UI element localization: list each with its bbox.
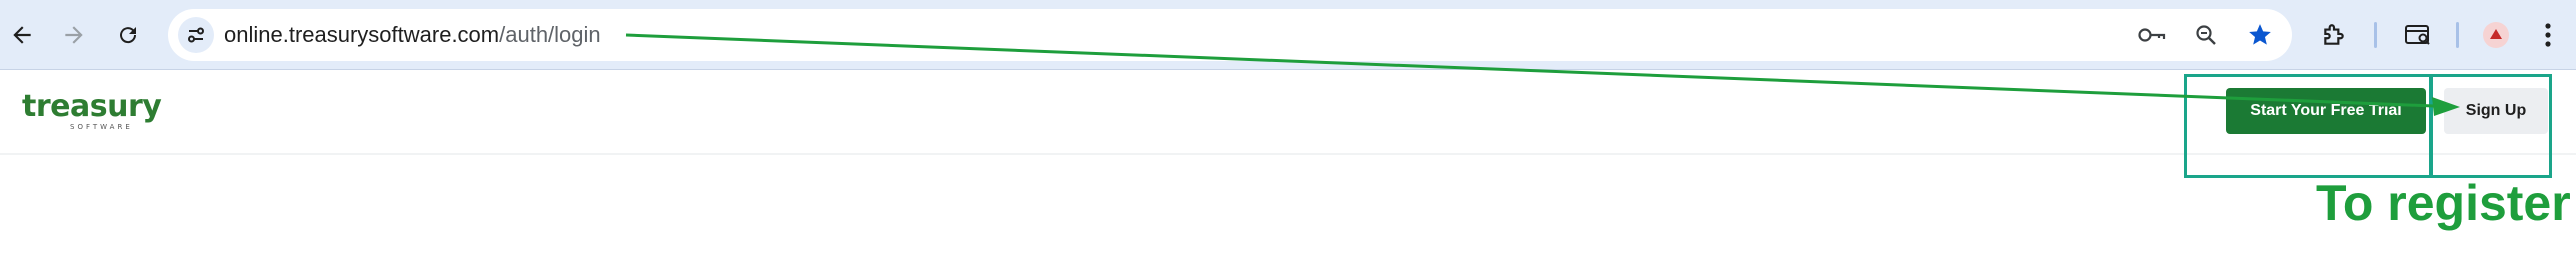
site-info-button[interactable]	[178, 17, 214, 53]
browser-toolbar: online.treasurysoftware.com/auth/login	[0, 0, 2576, 70]
tab-search-button[interactable]	[2400, 17, 2436, 53]
url-text[interactable]: online.treasurysoftware.com/auth/login	[224, 22, 601, 48]
profile-button[interactable]	[2478, 17, 2514, 53]
star-icon	[2249, 24, 2271, 45]
reload-button[interactable]	[110, 17, 146, 53]
back-button[interactable]	[4, 17, 40, 53]
zoom-button[interactable]	[2190, 19, 2222, 51]
menu-button[interactable]	[2530, 17, 2566, 53]
extensions-button[interactable]	[2316, 17, 2352, 53]
treasury-logo[interactable]: treasury SOFTWARE	[22, 89, 162, 135]
logo-subtext: SOFTWARE	[70, 123, 133, 131]
tab-search-icon	[2405, 25, 2430, 45]
bookmark-button[interactable]	[2244, 19, 2276, 51]
zoom-out-icon	[2196, 25, 2216, 45]
site-info-icon	[188, 27, 204, 43]
key-icon	[2138, 28, 2166, 42]
url-path: /auth/login	[499, 22, 601, 47]
url-host: online.treasurysoftware.com	[224, 22, 500, 47]
toolbar-separator	[2374, 22, 2377, 48]
highlight-box-signup	[2430, 74, 2552, 178]
arrow-right-icon	[65, 26, 83, 44]
annotation-label: To register	[2316, 175, 2571, 231]
kebab-menu-icon	[2545, 23, 2551, 47]
reload-icon	[120, 27, 137, 44]
address-bar[interactable]: online.treasurysoftware.com/auth/login	[168, 9, 2292, 61]
forward-button[interactable]	[56, 17, 92, 53]
extensions-icon	[2324, 24, 2344, 45]
highlight-box-trial	[2184, 74, 2432, 178]
arrow-left-icon	[13, 26, 31, 44]
profile-avatar	[2483, 22, 2509, 48]
password-key-button[interactable]	[2136, 19, 2168, 51]
logo-text: treasury	[22, 89, 162, 124]
toolbar-separator	[2456, 22, 2459, 48]
